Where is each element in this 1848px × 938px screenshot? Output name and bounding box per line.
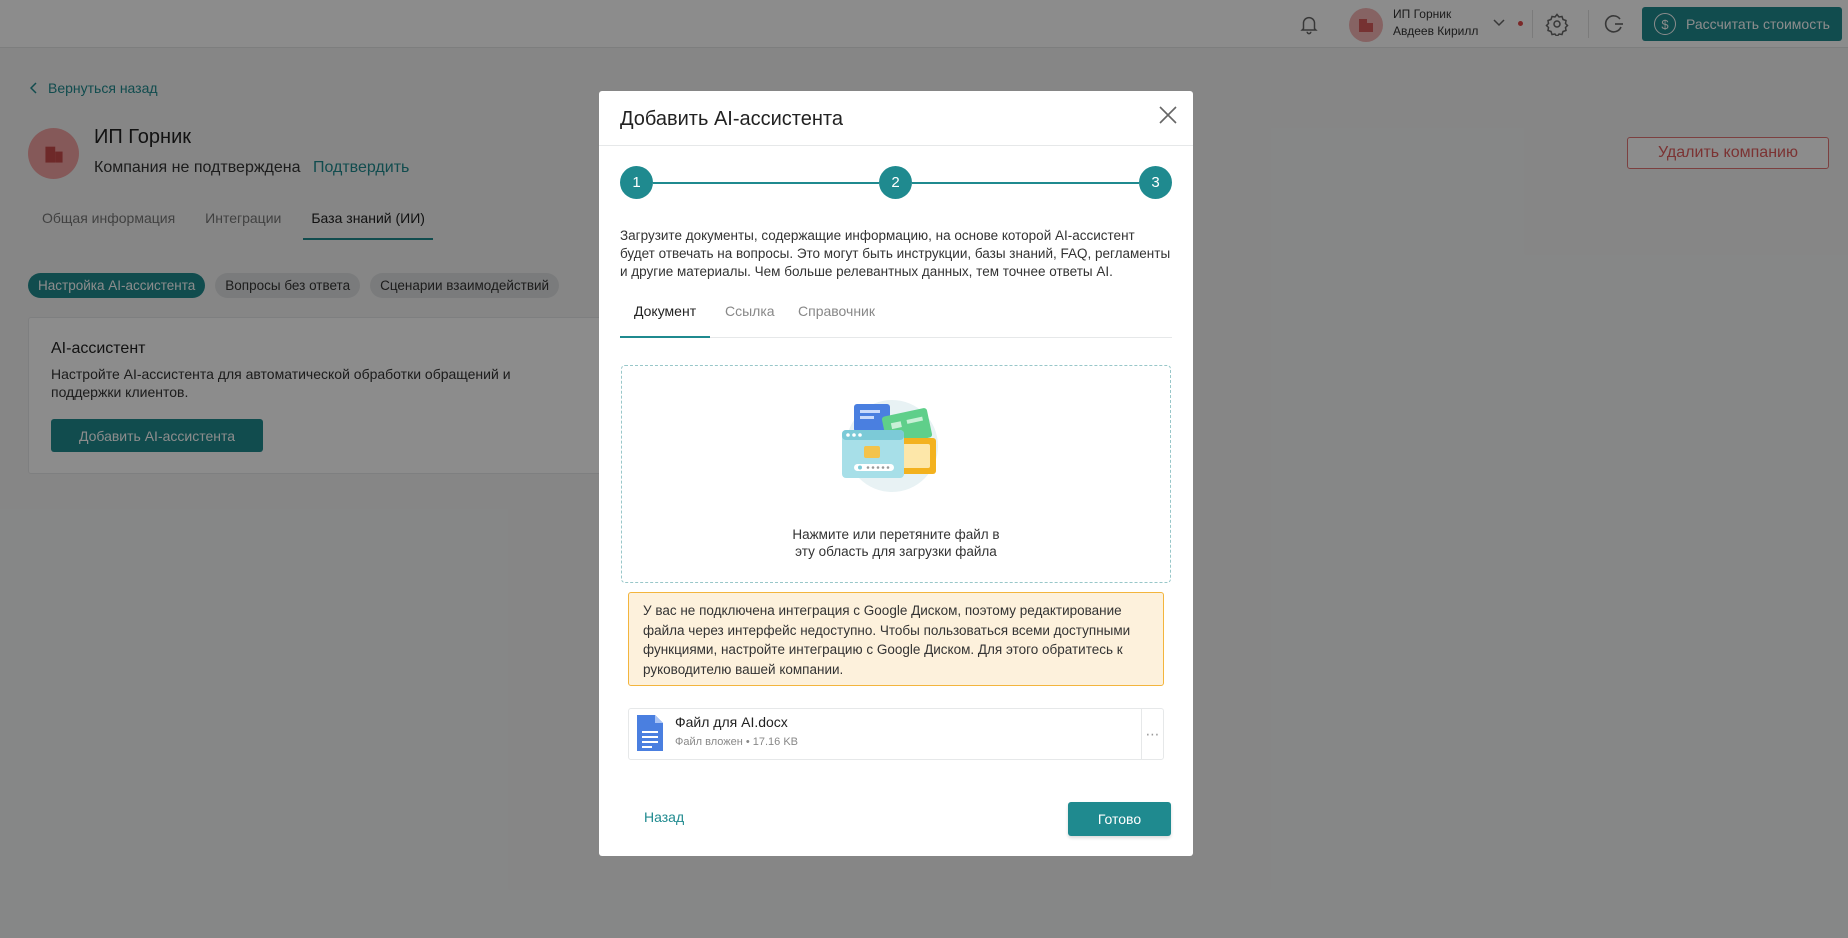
stepper: 1 2 3 — [620, 166, 1172, 200]
dropzone-hint-line1: Нажмите или перетяните файл в — [792, 527, 1000, 542]
source-tabs: Документ Ссылка Справочник — [620, 300, 1172, 338]
step-1: 1 — [620, 166, 653, 199]
back-button[interactable]: Назад — [644, 809, 684, 825]
documents-illustration-icon — [842, 400, 938, 492]
step-connector — [653, 182, 879, 184]
tab-document[interactable]: Документ — [620, 300, 711, 338]
more-options-icon[interactable]: ⋯ — [1141, 709, 1163, 759]
tab-link[interactable]: Ссылка — [725, 300, 775, 338]
step-3: 3 — [1139, 166, 1172, 199]
file-meta: Файл вложен • 17.16 KB — [675, 736, 798, 748]
close-icon[interactable] — [1157, 104, 1179, 126]
dropzone-hint: Нажмите или перетяните файл в эту област… — [622, 526, 1170, 560]
tab-reference[interactable]: Справочник — [798, 300, 875, 338]
google-doc-icon — [637, 715, 663, 751]
dropzone-hint-line2: эту область для загрузки файла — [795, 544, 997, 559]
modal-divider — [599, 145, 1193, 146]
modal-description: Загрузите документы, содержащие информац… — [620, 228, 1171, 279]
file-dropzone[interactable]: Нажмите или перетяните файл в эту област… — [621, 365, 1171, 583]
step-2: 2 — [879, 166, 912, 199]
file-name: Файл для AI.docx — [675, 714, 788, 730]
done-button[interactable]: Готово — [1068, 802, 1171, 836]
modal-title: Добавить AI-ассистента — [620, 108, 843, 130]
step-connector — [912, 182, 1139, 184]
add-ai-assistant-modal: Добавить AI-ассистента 1 2 3 Загрузите д… — [599, 91, 1193, 856]
google-drive-warning: У вас не подключена интеграция с Google … — [628, 592, 1164, 686]
attached-file[interactable]: Файл для AI.docx Файл вложен • 17.16 KB … — [628, 708, 1164, 760]
